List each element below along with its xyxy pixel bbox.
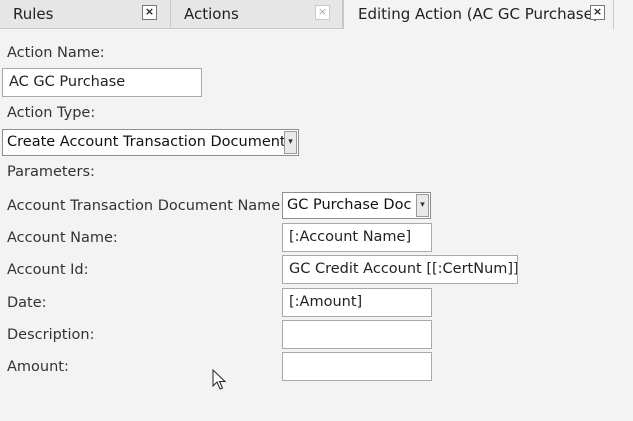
close-icon[interactable]: × <box>315 5 330 20</box>
tab-actions[interactable]: Actions × <box>171 0 343 29</box>
tab-rules[interactable]: Rules × <box>0 0 171 29</box>
close-icon[interactable]: × <box>590 5 605 20</box>
parameters-label: Parameters: <box>7 164 95 180</box>
action-type-value: Create Account Transaction Document <box>7 134 286 150</box>
tab-actions-label: Actions <box>184 5 239 23</box>
tab-editing-action-label: Editing Action (AC GC Purchase) <box>358 5 599 23</box>
tab-bar: Rules × Actions × Editing Action (AC GC … <box>0 0 633 29</box>
tab-rules-label: Rules <box>13 5 54 23</box>
description-label: Description: <box>7 327 95 343</box>
action-type-select[interactable]: Create Account Transaction Document ▾ <box>2 129 299 156</box>
amount-input[interactable] <box>282 352 432 381</box>
account-id-input[interactable]: GC Credit Account [[:CertNum]] <box>282 255 518 284</box>
chevron-down-icon[interactable]: ▾ <box>284 131 297 154</box>
doc-name-select[interactable]: GC Purchase Doc ▾ <box>282 192 431 219</box>
action-name-input[interactable]: AC GC Purchase <box>2 68 202 97</box>
account-name-label: Account Name: <box>7 230 118 246</box>
close-icon[interactable]: × <box>142 5 157 20</box>
description-input[interactable] <box>282 320 432 349</box>
mouse-pointer-icon <box>212 369 227 390</box>
doc-name-value: GC Purchase Doc <box>287 197 412 213</box>
amount-label: Amount: <box>7 359 69 375</box>
date-label: Date: <box>7 295 47 311</box>
account-id-label: Account Id: <box>7 262 89 278</box>
chevron-down-icon[interactable]: ▾ <box>416 194 429 217</box>
date-input[interactable]: [:Amount] <box>282 288 432 317</box>
action-name-label: Action Name: <box>7 45 105 61</box>
doc-name-label: Account Transaction Document Name: <box>7 198 286 214</box>
tab-editing-action[interactable]: Editing Action (AC GC Purchase) × <box>343 0 614 29</box>
account-name-input[interactable]: [:Account Name] <box>282 223 432 252</box>
action-type-label: Action Type: <box>7 105 96 121</box>
